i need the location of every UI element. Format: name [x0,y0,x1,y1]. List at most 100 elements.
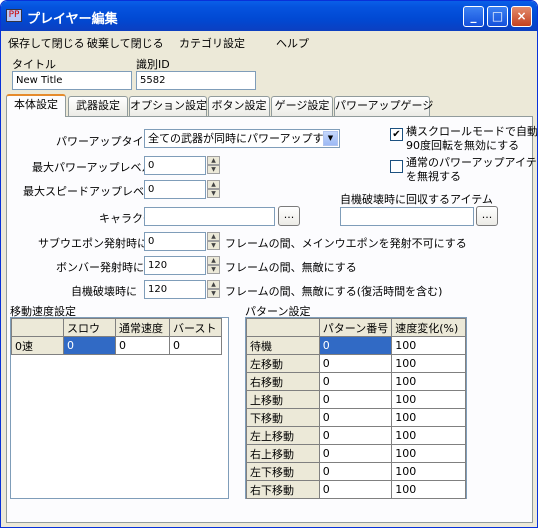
pattern-cell-speed[interactable]: 100 [391,408,466,427]
pattern-row-label: 右移動 [246,372,320,391]
menu-bar: 保存して閉じる 破棄して閉じる カテゴリ設定 ヘルプ [1,31,537,51]
pattern-row-label: 待機 [246,336,320,355]
destroy-label: 自機破壊時に [71,285,137,298]
speed-cell-normal[interactable]: 0 [115,336,170,355]
sub-weapon-input[interactable]: 0 [144,232,206,251]
title-bar[interactable]: PP プレイヤー編集 _ □ × [1,1,537,31]
pattern-cell-speed[interactable]: 100 [391,426,466,445]
max-speed-spinner[interactable]: ▲ ▼ [207,180,220,199]
pattern-cell-number[interactable]: 0 [318,462,393,481]
self-destruct-browse-button[interactable]: ... [476,206,498,226]
pattern-cell-number[interactable]: 0 [318,444,393,463]
bomber-suffix: フレームの間、無敵にする [225,261,357,274]
close-button[interactable]: × [511,6,532,27]
speed-grid[interactable]: スロウ 通常速度 バースト 0速 0 0 0 [10,317,229,499]
table-row: 上移動 0 100 [246,390,466,409]
pattern-cell-speed[interactable]: 100 [391,462,466,481]
pattern-cell-speed[interactable]: 100 [391,336,466,355]
disable-rotation-checkbox[interactable]: ✔ [390,128,403,141]
table-row: 左移動 0 100 [246,354,466,373]
speed-row-label: 0速 [11,336,64,355]
pattern-cell-speed[interactable]: 100 [391,390,466,409]
tab-body-settings[interactable]: 本体設定 [6,94,66,117]
tab-powerup-gauge[interactable]: パワーアップゲージ [334,96,433,116]
pattern-cell-speed[interactable]: 100 [391,354,466,373]
tab-button-settings[interactable]: ボタン設定 [208,96,270,116]
speed-header-corner [11,318,64,337]
max-speed-label: 最大スピードアップレベル [23,185,155,198]
speed-header-burst: バースト [169,318,222,337]
tab-weapon-settings[interactable]: 武器設定 [68,96,128,116]
title-label: タイトル [12,58,56,71]
pattern-grid[interactable]: パターン番号 速度変化(%) 待機 0 100 左移動 0 100 右移動 0 100 上移… [245,317,467,499]
ignore-powerup-label-2: を無視する [406,170,461,183]
minimize-button[interactable]: _ [463,6,484,27]
sub-weapon-suffix: フレームの間、メインウエポンを発射不可にする [225,237,467,250]
speed-cell-slow[interactable]: 0 [63,336,116,355]
pattern-cell-number[interactable]: 0 [318,390,393,409]
character-input[interactable] [144,207,275,226]
self-destruct-item-label: 自機破壊時に回収するアイテム [340,193,493,206]
powerup-type-select[interactable]: 全ての武器が同時にパワーアップする ▼ [144,129,340,148]
table-row: 0速 0 0 0 [11,336,222,355]
window-title: プレイヤー編集 [27,12,118,27]
pattern-cell-speed[interactable]: 100 [391,480,466,499]
table-row: 左下移動 0 100 [246,462,466,481]
menu-help[interactable]: ヘルプ [276,35,309,51]
speed-header-normal: 通常速度 [115,318,170,337]
table-row: 待機 0 100 [246,336,466,355]
pattern-header-speed: 速度変化(%) [391,318,466,337]
maximize-button[interactable]: □ [487,6,508,27]
speed-cell-burst[interactable]: 0 [169,336,222,355]
self-destruct-item-input[interactable] [340,207,474,226]
chevron-down-icon[interactable]: ▼ [323,131,338,146]
destroy-suffix: フレームの間、無敵にする(復活時間を含む) [225,285,443,298]
table-row: 下移動 0 100 [246,408,466,427]
pattern-cell-number[interactable]: 0 [318,354,393,373]
pattern-cell-number[interactable]: 0 [318,372,393,391]
pattern-cell-speed[interactable]: 100 [391,444,466,463]
ignore-powerup-checkbox[interactable] [390,160,403,173]
table-row: 右移動 0 100 [246,372,466,391]
id-label: 識別ID [136,58,170,71]
pattern-row-label: 左上移動 [246,426,320,445]
powerup-type-label: パワーアップタイプ [56,135,155,148]
table-row: 右下移動 0 100 [246,480,466,499]
id-input[interactable]: 5582 [136,71,256,90]
max-speed-input[interactable]: 0 [144,180,206,199]
title-input[interactable]: New Title [12,71,132,90]
menu-discard-close[interactable]: 破棄して閉じる [87,35,164,51]
pattern-row-label: 右下移動 [246,480,320,499]
pattern-cell-number[interactable]: 0 [318,408,393,427]
pattern-cell-number[interactable]: 0 [318,336,393,355]
pattern-row-label: 左移動 [246,354,320,373]
max-power-input[interactable]: 0 [144,156,206,175]
max-power-spinner[interactable]: ▲ ▼ [207,156,220,175]
pattern-row-label: 上移動 [246,390,320,409]
app-icon: PP [6,9,22,22]
window: PP プレイヤー編集 _ □ × 保存して閉じる 破棄して閉じる カテゴリ設定 … [0,0,538,528]
pattern-cell-speed[interactable]: 100 [391,372,466,391]
tab-option-settings[interactable]: オプション設定 [129,96,207,116]
bomber-label: ボンバー発射時に [56,261,144,274]
destroy-spinner[interactable]: ▲ ▼ [207,280,220,299]
pattern-row-label: 右上移動 [246,444,320,463]
pattern-header-number: パターン番号 [318,318,393,337]
tab-gauge-settings[interactable]: ゲージ設定 [271,96,333,116]
sub-weapon-label: サブウエポン発射時に [38,237,148,250]
max-power-label: 最大パワーアップレベル [32,161,153,174]
pattern-cell-number[interactable]: 0 [318,426,393,445]
menu-save-close[interactable]: 保存して閉じる [8,35,85,51]
character-browse-button[interactable]: ... [278,206,300,226]
table-row: 右上移動 0 100 [246,444,466,463]
destroy-input[interactable]: 120 [144,280,206,299]
pattern-header-corner [246,318,320,337]
speed-header-slow: スロウ [63,318,116,337]
table-row: 左上移動 0 100 [246,426,466,445]
pattern-row-label: 下移動 [246,408,320,427]
sub-weapon-spinner[interactable]: ▲ ▼ [207,232,220,251]
bomber-spinner[interactable]: ▲ ▼ [207,256,220,275]
bomber-input[interactable]: 120 [144,256,206,275]
menu-category-settings[interactable]: カテゴリ設定 [179,35,245,51]
pattern-cell-number[interactable]: 0 [318,480,393,499]
